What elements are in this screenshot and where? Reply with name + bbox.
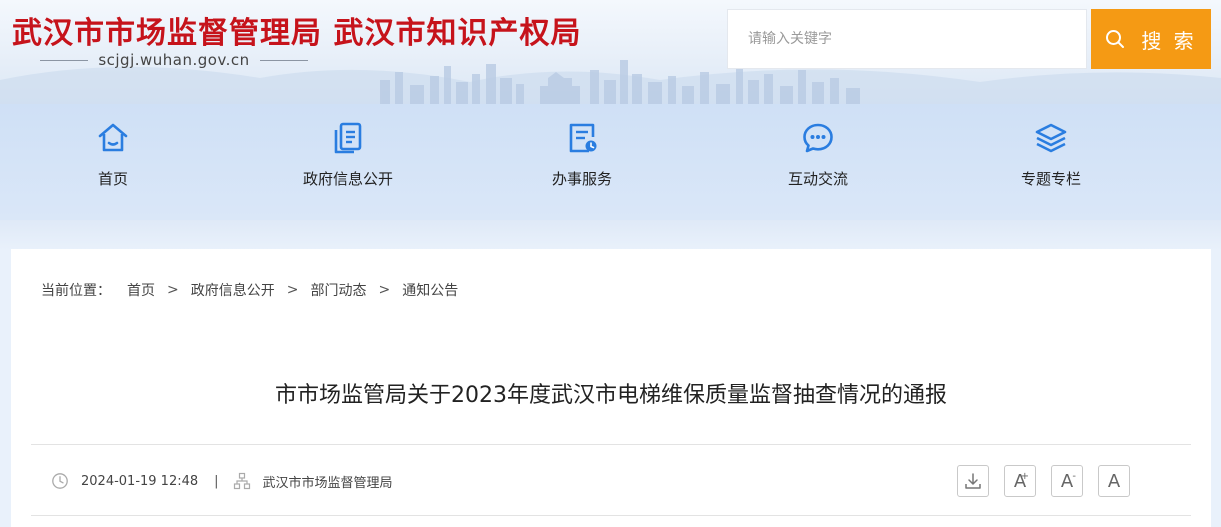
nav-item-topics[interactable]: 专题专栏 [971,120,1131,200]
plus-mark: + [1020,471,1029,482]
breadcrumb-separator: > [286,282,299,298]
nav-item-services[interactable]: 办事服务 [502,120,662,200]
chat-icon [800,120,836,156]
font-increase-button[interactable]: A + [1004,465,1036,497]
font-reset-button[interactable]: A [1098,465,1130,497]
nav-item-home[interactable]: 首页 [33,120,193,200]
home-icon [95,120,131,156]
org-chart-icon [233,472,251,490]
breadcrumb-gov-info[interactable]: 政府信息公开 [191,280,275,300]
nav-label-topics: 专题专栏 [1020,170,1081,188]
site-domain-row: scjgj.wuhan.gov.cn [40,50,308,70]
article-tools: A + A- A [957,465,1130,497]
article-panel: 当前位置： 首页 > 政府信息公开 > 部门动态 > 通知公告 市市场监管局关于… [11,249,1211,527]
site-title[interactable]: 武汉市市场监督管理局 武汉市知识产权局 [12,8,581,52]
breadcrumb: 当前位置： 首页 > 政府信息公开 > 部门动态 > 通知公告 [41,279,458,301]
publish-source: 武汉市市场监督管理局 [262,475,393,491]
title-divider [31,444,1191,445]
site-header: 武汉市市场监督管理局 武汉市知识产权局 scjgj.wuhan.gov.cn 搜… [0,0,1221,104]
meta-separator: | [214,473,219,489]
documents-icon [330,120,366,156]
search-input[interactable] [727,9,1087,69]
article-title: 市市场监管局关于2023年度武汉市电梯维保质量监督抽查情况的通报 [275,383,947,408]
minus-mark: - [1072,471,1076,482]
nav-bottom-band [0,220,1221,250]
breadcrumb-home[interactable]: 首页 [127,280,155,300]
nav-item-interaction[interactable]: 互动交流 [738,120,898,200]
font-reset-label: A [1107,470,1121,492]
nav-label-services: 办事服务 [551,170,612,188]
domain-divider-left [40,59,89,61]
download-button[interactable] [957,465,989,497]
domain-divider-right [259,59,308,61]
breadcrumb-dept-news[interactable]: 部门动态 [310,280,366,300]
search-icon [1106,30,1125,48]
breadcrumb-separator: > [378,282,391,298]
layers-icon [1033,120,1069,156]
nav-label-home: 首页 [97,170,128,188]
main-nav: 首页 政府信息公开 办事服务 互动交流 专题专栏 [0,104,1221,220]
clock-icon [51,472,69,490]
site-domain: scjgj.wuhan.gov.cn [98,51,250,69]
article-meta: 2024-01-19 12:48 | 武汉市市场监督管理局 [51,469,393,493]
font-decrease-button[interactable]: A- [1051,465,1083,497]
search-button-label: 搜 索 [1141,28,1197,53]
breadcrumb-separator: > [167,282,179,298]
breadcrumb-prefix: 当前位置： [41,283,111,299]
font-decrease-label: A [1060,470,1074,492]
nav-item-gov-info[interactable]: 政府信息公开 [268,120,428,200]
breadcrumb-notices[interactable]: 通知公告 [402,280,458,300]
service-icon [564,120,600,156]
nav-label-interaction: 互动交流 [787,170,848,188]
nav-label-gov-info: 政府信息公开 [302,170,393,188]
publish-date: 2024-01-19 12:48 [81,473,199,489]
meta-divider [31,515,1191,516]
search-button[interactable]: 搜 索 [1091,9,1211,69]
download-icon [965,473,981,489]
